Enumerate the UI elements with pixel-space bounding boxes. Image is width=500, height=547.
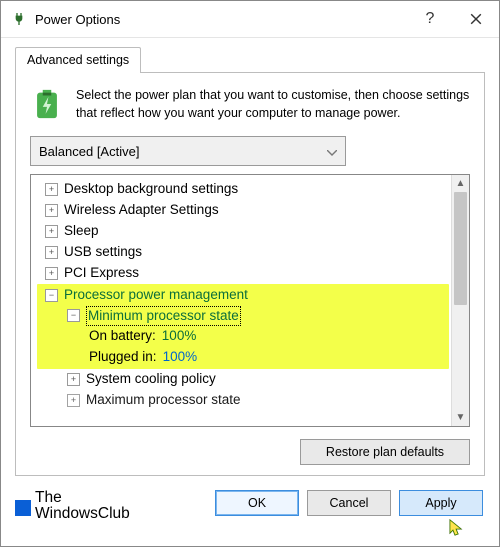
window-title: Power Options xyxy=(35,12,407,27)
tab-strip: Advanced settings xyxy=(15,46,485,72)
watermark: The WindowsClub xyxy=(15,490,207,523)
tree-item-wireless[interactable]: + Wireless Adapter Settings xyxy=(37,200,449,221)
intro-text: Select the power plan that you want to c… xyxy=(76,87,470,122)
expand-icon[interactable]: + xyxy=(45,183,58,196)
tree-item-plugged-in[interactable]: Plugged in: 100% xyxy=(37,347,449,368)
scroll-down-button[interactable]: ▼ xyxy=(452,409,469,426)
ok-button[interactable]: OK xyxy=(215,490,299,516)
expand-icon[interactable]: + xyxy=(45,267,58,280)
intro-row: Select the power plan that you want to c… xyxy=(30,87,470,122)
cancel-button[interactable]: Cancel xyxy=(307,490,391,516)
plugged-in-value[interactable]: 100% xyxy=(163,347,198,368)
scroll-up-button[interactable]: ▲ xyxy=(452,175,469,192)
chevron-down-icon xyxy=(327,144,337,159)
brand-square-icon xyxy=(15,500,31,516)
power-plug-icon xyxy=(11,11,27,27)
tree-item-sleep[interactable]: + Sleep xyxy=(37,221,449,242)
close-button[interactable] xyxy=(453,1,499,37)
tree-item-on-battery[interactable]: On battery: 100% xyxy=(37,326,449,347)
apply-button[interactable]: Apply xyxy=(399,490,483,516)
on-battery-value[interactable]: 100% xyxy=(162,326,197,347)
tab-advanced-settings[interactable]: Advanced settings xyxy=(15,47,141,73)
power-plan-selected: Balanced [Active] xyxy=(39,144,139,159)
expand-icon[interactable]: + xyxy=(67,373,80,386)
tab-panel: Select the power plan that you want to c… xyxy=(15,72,485,476)
scroll-thumb[interactable] xyxy=(454,192,467,305)
highlighted-region: − Processor power management − Minimum p… xyxy=(37,284,449,370)
selected-item: Minimum processor state xyxy=(86,306,241,327)
restore-defaults-button[interactable]: Restore plan defaults xyxy=(300,439,470,465)
help-button[interactable]: ? xyxy=(407,1,453,37)
expand-icon[interactable]: + xyxy=(45,204,58,217)
tree-item-desktop-background[interactable]: + Desktop background settings xyxy=(37,179,449,200)
battery-icon xyxy=(30,87,64,121)
expand-icon[interactable]: + xyxy=(45,225,58,238)
scroll-track[interactable] xyxy=(452,192,469,409)
power-options-dialog: Power Options ? Advanced settings Select… xyxy=(0,0,500,547)
expand-icon[interactable]: + xyxy=(45,246,58,259)
tree-item-processor-power[interactable]: − Processor power management xyxy=(37,285,449,306)
restore-row: Restore plan defaults xyxy=(30,439,470,465)
content-area: Advanced settings Select the power plan … xyxy=(1,38,499,476)
scrollbar[interactable]: ▲ ▼ xyxy=(451,175,469,426)
tree-item-cooling-policy[interactable]: + System cooling policy xyxy=(37,369,449,390)
tree-content: + Desktop background settings + Wireless… xyxy=(31,175,451,426)
tree-item-pci[interactable]: + PCI Express xyxy=(37,263,449,284)
expand-icon[interactable]: + xyxy=(67,394,80,407)
dialog-footer: The WindowsClub OK Cancel Apply xyxy=(1,476,499,546)
tree-item-min-processor-state[interactable]: − Minimum processor state xyxy=(37,306,449,327)
titlebar: Power Options ? xyxy=(1,1,499,38)
power-plan-select[interactable]: Balanced [Active] xyxy=(30,136,346,166)
tree-item-usb[interactable]: + USB settings xyxy=(37,242,449,263)
collapse-icon[interactable]: − xyxy=(45,289,58,302)
settings-tree: + Desktop background settings + Wireless… xyxy=(30,174,470,427)
collapse-icon[interactable]: − xyxy=(67,309,80,322)
tree-item-max-processor-state[interactable]: + Maximum processor state xyxy=(37,390,449,411)
